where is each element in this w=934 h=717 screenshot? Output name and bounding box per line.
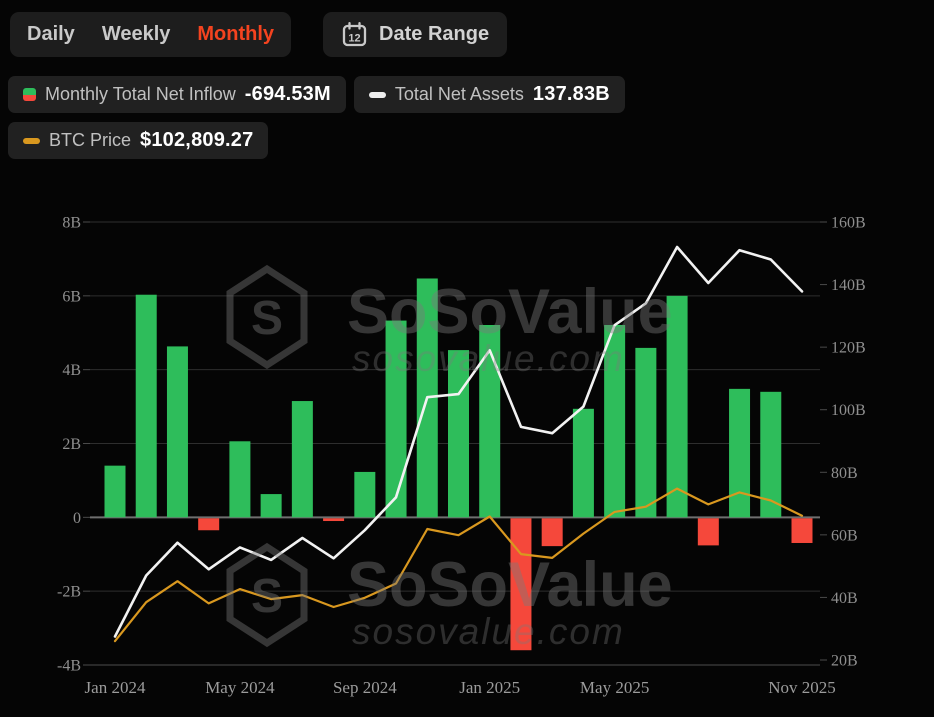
left-axis-label: 2B: [62, 436, 81, 453]
x-axis-label: Jan 2025: [459, 678, 520, 697]
sosovalue-watermark: S SoSoValuesosovalue.com: [230, 269, 673, 379]
etf-flow-chart[interactable]: 8B 6B 4B 2B 0 -2B -4B 160B 140B 120B 100B 80B 60B 40B…: [0, 195, 934, 717]
watermark-site: sosovalue.com: [352, 338, 625, 379]
watermark-brand: SoSoValue: [347, 277, 673, 347]
x-axis-label: Sep 2024: [333, 678, 397, 697]
net-inflow-bar[interactable]: [105, 466, 126, 518]
left-axis-label: -4B: [57, 658, 81, 675]
tab-daily[interactable]: Daily: [27, 23, 75, 46]
legend-item-net-assets[interactable]: Total Net Assets 137.83B: [354, 76, 625, 113]
net-inflow-bar[interactable]: [729, 389, 750, 517]
right-axis-label: 140B: [831, 277, 866, 294]
chart-toolbar: Daily Weekly Monthly 12 Date Range: [10, 12, 507, 57]
net-inflow-bar[interactable]: [136, 295, 157, 518]
date-range-button[interactable]: 12 Date Range: [323, 12, 507, 57]
net-inflow-bar[interactable]: [573, 409, 594, 518]
net-inflow-bar[interactable]: [167, 346, 188, 517]
net-inflow-bar[interactable]: [261, 494, 282, 517]
calendar-icon: 12: [341, 21, 368, 48]
watermark-site: sosovalue.com: [352, 611, 625, 652]
legend-label: Total Net Assets: [395, 84, 524, 105]
net-inflow-bar[interactable]: [292, 401, 313, 517]
right-axis-label: 20B: [831, 653, 858, 670]
net-inflow-bar[interactable]: [698, 518, 719, 545]
net-inflow-bar[interactable]: [198, 518, 219, 530]
left-axis-label: 4B: [62, 362, 81, 379]
net-inflow-bar[interactable]: [635, 348, 656, 517]
orange-dash-icon: [23, 138, 40, 144]
tab-monthly[interactable]: Monthly: [197, 23, 274, 46]
interval-tab-group: Daily Weekly Monthly: [10, 12, 291, 57]
legend-value: -694.53M: [245, 83, 331, 106]
right-axis-label: 100B: [831, 402, 866, 419]
net-inflow-bar[interactable]: [354, 472, 375, 517]
net-inflow-bar[interactable]: [229, 441, 250, 517]
net-inflow-bar[interactable]: [323, 518, 344, 521]
right-axis-label: 40B: [831, 590, 858, 607]
tab-weekly[interactable]: Weekly: [102, 23, 171, 46]
calendar-day-number: 12: [348, 33, 360, 45]
x-axis-label: May 2025: [580, 678, 649, 697]
left-axis-label: 6B: [62, 288, 81, 305]
x-axis-label: May 2024: [205, 678, 275, 697]
watermark-brand: SoSoValue: [347, 550, 673, 620]
right-axis-label: 60B: [831, 527, 858, 544]
left-axis-label: 0: [73, 510, 81, 527]
white-dash-icon: [369, 92, 386, 98]
left-axis-label: -2B: [57, 584, 81, 601]
legend-label: Monthly Total Net Inflow: [45, 84, 236, 105]
right-axis-label: 160B: [831, 215, 866, 232]
cube-letter: S: [251, 292, 283, 345]
right-axis-label: 80B: [831, 465, 858, 482]
legend-value: $102,809.27: [140, 129, 253, 152]
sosovalue-watermark: S SoSoValuesosovalue.com: [230, 547, 673, 652]
net-inflow-bar[interactable]: [792, 518, 813, 543]
cube-letter: S: [251, 570, 283, 623]
left-axis-label: 8B: [62, 215, 81, 232]
x-axis-label: Nov 2025: [768, 678, 836, 697]
legend-item-net-inflow[interactable]: Monthly Total Net Inflow -694.53M: [8, 76, 346, 113]
x-axis-label: Jan 2024: [85, 678, 146, 697]
date-range-label: Date Range: [379, 23, 489, 46]
green-red-bar-icon: [23, 88, 36, 101]
legend-label: BTC Price: [49, 130, 131, 151]
legend-item-btc-price[interactable]: BTC Price $102,809.27: [8, 122, 268, 159]
right-axis-label: 120B: [831, 340, 866, 357]
chart-legend: Monthly Total Net Inflow -694.53M Total …: [8, 76, 625, 159]
net-inflow-bar[interactable]: [542, 518, 563, 546]
legend-value: 137.83B: [533, 83, 610, 106]
